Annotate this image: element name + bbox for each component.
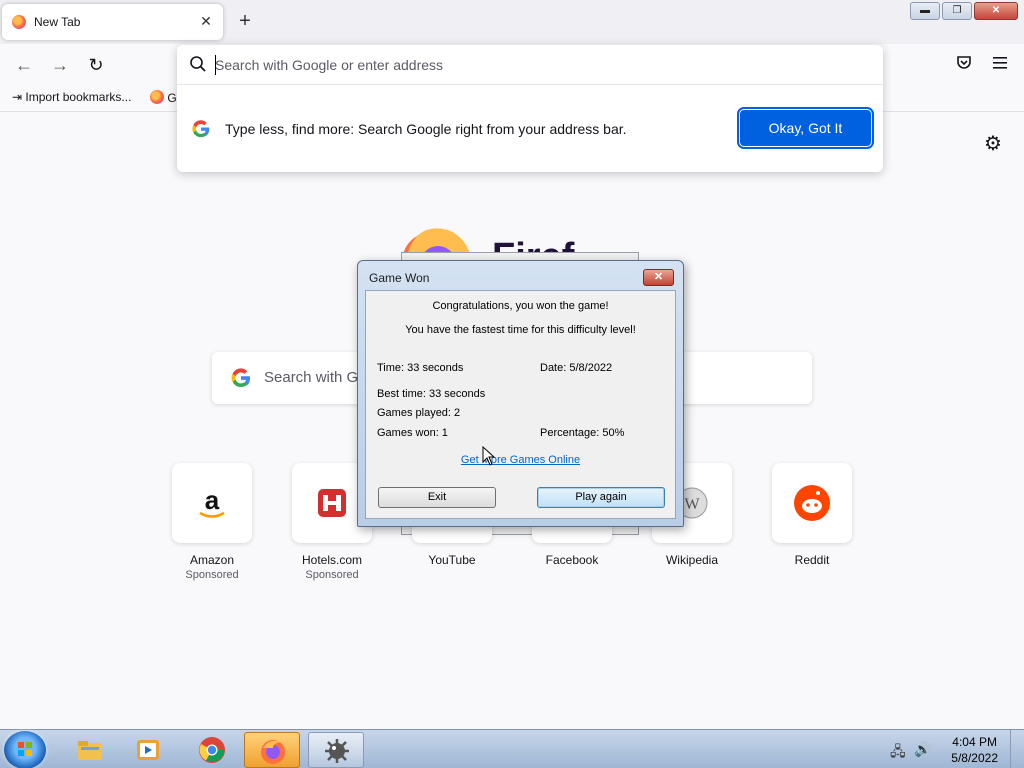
svg-text:W: W (684, 496, 700, 513)
address-bar-panel: Type less, find more: Search Google righ… (177, 45, 883, 172)
menu-icon[interactable] (989, 54, 1011, 76)
more-games-link[interactable]: Get More Games Online (366, 454, 675, 466)
firefox-icon (150, 90, 164, 104)
clock-time: 4:04 PM (952, 735, 997, 749)
dialog-body: Congratulations, you won the game! You h… (365, 290, 676, 519)
svg-text:a: a (205, 485, 220, 515)
firefox-icon (259, 737, 287, 765)
back-button[interactable]: ← (11, 52, 37, 78)
google-icon (191, 119, 211, 139)
play-again-button[interactable]: Play again (537, 487, 665, 508)
games-won-stat: Games won: 1 (377, 427, 448, 439)
import-bookmarks-item[interactable]: ⇥ Import bookmarks... (12, 90, 131, 104)
hotels-icon (312, 483, 352, 523)
taskbar-chrome[interactable] (184, 732, 240, 768)
site-label: Reddit (794, 553, 830, 567)
start-button[interactable] (4, 731, 46, 768)
dialog-title: Game Won (369, 271, 430, 285)
system-tray: 🖧 🔊 4:04 PM 5/8/2022 (874, 730, 1024, 768)
address-input[interactable] (215, 53, 855, 77)
reload-button[interactable]: ↻ (83, 52, 109, 78)
search-tip-text: Type less, find more: Search Google righ… (225, 121, 627, 137)
dialog-close-button[interactable]: ✕ (643, 269, 674, 286)
taskbar: 🖧 🔊 4:04 PM 5/8/2022 (0, 729, 1024, 768)
time-stat: Time: 33 seconds (377, 362, 464, 374)
site-label: Amazon (189, 553, 235, 567)
bookmark-label: G (167, 91, 177, 105)
bookmark-label: Import bookmarks... (25, 90, 132, 104)
date-stat: Date: 5/8/2022 (540, 362, 613, 374)
settings-gear-icon[interactable]: ⚙ (982, 133, 1004, 155)
clock-date: 5/8/2022 (951, 751, 998, 765)
taskbar-explorer[interactable] (62, 732, 118, 768)
clock[interactable]: 4:04 PM 5/8/2022 (951, 734, 998, 766)
search-icon (189, 55, 207, 73)
games-played-stat: Games played: 2 (377, 407, 461, 419)
exit-button[interactable]: Exit (378, 487, 496, 508)
tab-close-icon[interactable]: ✕ (197, 12, 215, 30)
game-won-dialog: Game Won ✕ Congratulations, you won the … (357, 260, 684, 527)
site-label: Facebook (545, 553, 599, 567)
site-tile (772, 463, 852, 543)
folder-icon (76, 736, 104, 764)
top-site-amazon[interactable]: a Amazon Sponsored (172, 463, 252, 581)
show-desktop-button[interactable] (1010, 730, 1024, 768)
window-controls: ▬ ❐ ✕ (910, 2, 1018, 20)
congrats-text: Congratulations, you won the game! (432, 300, 609, 312)
taskbar-game[interactable] (308, 732, 364, 768)
text-caret (215, 55, 216, 75)
site-label: Wikipedia (665, 553, 719, 567)
minesweeper-icon (323, 737, 351, 765)
window-close-button[interactable]: ✕ (974, 2, 1018, 20)
search-placeholder: Search with Go (264, 369, 367, 386)
import-icon: ⇥ (12, 90, 23, 104)
sponsored-label: Sponsored (185, 569, 239, 581)
chrome-icon (198, 736, 226, 764)
percentage-stat: Percentage: 50% (540, 427, 625, 439)
mouse-cursor-icon (482, 445, 496, 466)
address-bar[interactable] (177, 45, 883, 85)
site-label: YouTube (428, 553, 476, 567)
bookmark-item[interactable]: G (150, 90, 177, 105)
pocket-icon[interactable] (953, 54, 975, 76)
top-site-reddit[interactable]: Reddit (772, 463, 852, 567)
amazon-icon: a (192, 483, 232, 523)
taskbar-media-player[interactable] (120, 732, 176, 768)
forward-button[interactable]: → (47, 52, 73, 78)
site-label: Hotels.com (301, 553, 363, 567)
tab-new-tab[interactable]: New Tab ✕ (2, 4, 223, 40)
minimize-button[interactable]: ▬ (910, 2, 940, 20)
fastest-time-text: You have the fastest time for this diffi… (405, 324, 636, 336)
taskbar-firefox[interactable] (244, 732, 300, 768)
site-tile: a (172, 463, 252, 543)
okay-got-it-button[interactable]: Okay, Got It (737, 107, 874, 149)
network-icon[interactable]: 🖧 (890, 741, 906, 765)
firefox-favicon-icon (12, 15, 26, 29)
media-player-icon (134, 736, 162, 764)
volume-icon[interactable]: 🔊 (914, 741, 931, 758)
best-time-stat: Best time: 33 seconds (377, 388, 486, 400)
tab-title: New Tab (34, 15, 81, 29)
sponsored-label: Sponsored (305, 569, 359, 581)
new-tab-button[interactable]: + (234, 10, 256, 32)
reddit-icon (792, 483, 832, 523)
restore-button[interactable]: ❐ (942, 2, 972, 20)
tab-strip: New Tab ✕ + ▬ ❐ ✕ (0, 0, 1024, 44)
google-icon (230, 367, 252, 389)
